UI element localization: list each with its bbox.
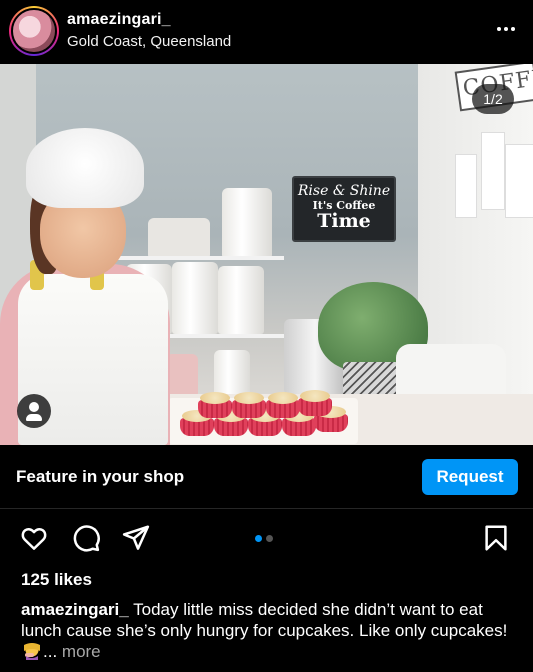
caption-username[interactable]: amaezingari_ bbox=[21, 600, 129, 619]
avatar-image bbox=[11, 8, 57, 54]
sign-line-1: Rise & Shine bbox=[297, 183, 391, 199]
carousel-dot-active bbox=[255, 535, 262, 542]
person-facepalming-emoji bbox=[24, 643, 40, 660]
cupcake bbox=[248, 410, 282, 436]
cupcake bbox=[282, 410, 316, 436]
post-username[interactable]: amaezingari_ bbox=[67, 11, 171, 29]
white-jug bbox=[214, 350, 250, 396]
avatar[interactable] bbox=[9, 6, 59, 56]
canister bbox=[172, 262, 218, 334]
cupcake bbox=[198, 392, 232, 418]
likes-count[interactable]: 125 likes bbox=[21, 570, 92, 590]
sign-line-3: Time bbox=[317, 210, 371, 232]
cupcake bbox=[214, 410, 248, 436]
request-button[interactable]: Request bbox=[422, 459, 518, 495]
comment-icon[interactable] bbox=[71, 523, 101, 553]
cupcake bbox=[266, 392, 300, 418]
storage-box bbox=[148, 218, 210, 258]
action-bar bbox=[0, 515, 533, 563]
carousel-dots bbox=[255, 535, 273, 542]
shelf-top bbox=[104, 256, 284, 260]
shop-feature-label: Feature in your shop bbox=[16, 467, 185, 486]
wall-frame bbox=[455, 154, 477, 218]
carousel-dot bbox=[266, 535, 273, 542]
wall-frame bbox=[505, 144, 533, 218]
more-horizontal-icon[interactable] bbox=[495, 21, 517, 37]
rise-and-shine-sign: Rise & Shine It's Coffee Time bbox=[292, 176, 396, 242]
cupcake bbox=[180, 410, 214, 436]
caption-ellipsis: ... bbox=[43, 642, 62, 661]
send-icon[interactable] bbox=[121, 523, 151, 553]
cupcake bbox=[298, 390, 332, 416]
cupcake bbox=[232, 392, 266, 418]
canister bbox=[222, 188, 272, 258]
bookmark-icon[interactable] bbox=[481, 523, 511, 553]
shop-feature-row: Feature in your shop Request bbox=[0, 445, 533, 509]
wall-frame bbox=[481, 132, 505, 210]
heart-icon[interactable] bbox=[19, 523, 49, 553]
post-location[interactable]: Gold Coast, Queensland bbox=[67, 33, 231, 50]
canister bbox=[218, 266, 264, 334]
carousel-counter: 1/2 bbox=[472, 84, 514, 114]
caption-more-link[interactable]: more bbox=[62, 642, 101, 661]
chef-hat bbox=[26, 128, 144, 208]
post-caption: amaezingari_ Today little miss decided s… bbox=[21, 599, 517, 662]
cupcake bbox=[314, 406, 348, 432]
post-header: amaezingari_ Gold Coast, Queensland bbox=[0, 0, 533, 64]
post-photo[interactable]: COFFEE Rise & Shine It's Coffee Time 1/2 bbox=[0, 64, 533, 445]
pink-mug bbox=[166, 354, 198, 396]
person-icon[interactable] bbox=[17, 394, 51, 428]
